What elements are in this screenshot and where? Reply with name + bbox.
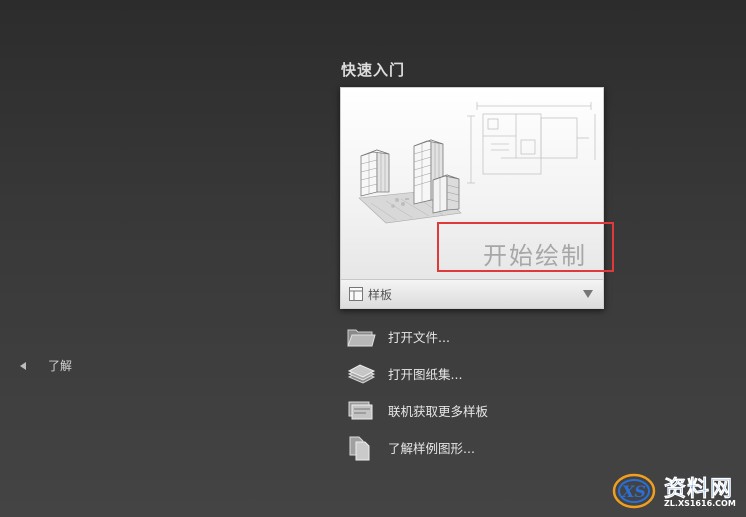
learn-nav-button[interactable]: 了解	[20, 357, 72, 374]
open-file-link[interactable]: 打开文件...	[346, 318, 488, 355]
site-watermark: XS 资料网 ZL.XS1616.COM	[612, 470, 742, 512]
open-file-label: 打开文件...	[388, 330, 450, 345]
template-selector[interactable]: 样板	[341, 279, 603, 308]
template-label: 样板	[368, 287, 393, 302]
sample-drawings-icon	[349, 436, 370, 460]
watermark-url: ZL.XS1616.COM	[664, 499, 736, 508]
chevron-down-icon[interactable]	[583, 290, 593, 298]
online-templates-icon	[348, 401, 373, 419]
online-templates-link[interactable]: 联机获取更多样板	[346, 392, 488, 429]
online-templates-label: 联机获取更多样板	[388, 404, 489, 419]
arrow-left-icon	[20, 361, 26, 370]
svg-text:XS: XS	[621, 482, 646, 501]
quick-start-title: 快速入门	[341, 61, 406, 79]
sample-drawings-link[interactable]: 了解样例图形...	[346, 429, 488, 466]
folder-icon	[347, 329, 376, 346]
template-icon	[349, 287, 363, 301]
highlight-annotation-box	[437, 222, 614, 272]
open-sheet-set-link[interactable]: 打开图纸集...	[346, 355, 488, 392]
learn-label: 了解	[48, 359, 73, 373]
start-drawing-card[interactable]: 开始绘制 样板	[340, 87, 604, 309]
open-sheet-set-label: 打开图纸集...	[388, 367, 463, 382]
quick-actions-list: 打开文件... 打开图纸集... 联机获取更多样板 了解样例图形...	[346, 318, 488, 466]
sheet-set-icon	[347, 363, 376, 384]
watermark-logo-icon: XS	[612, 473, 656, 509]
sample-drawings-label: 了解样例图形...	[388, 441, 475, 456]
